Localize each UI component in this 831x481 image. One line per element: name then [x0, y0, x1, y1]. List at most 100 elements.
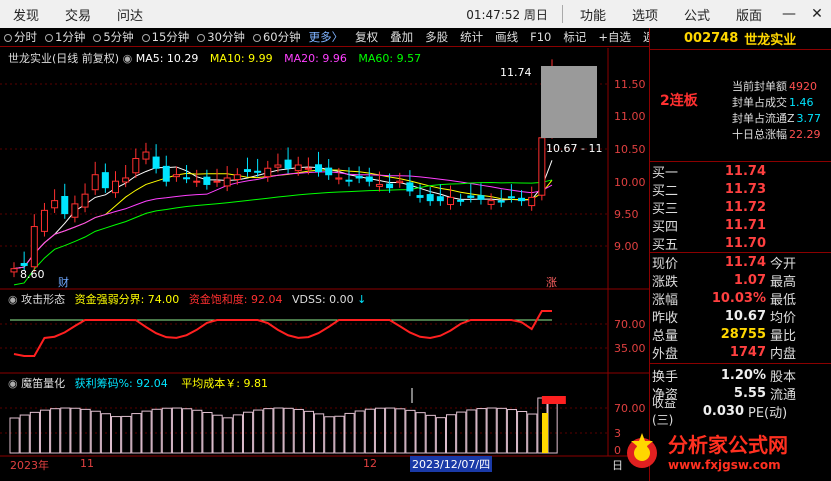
candle-body [183, 177, 191, 180]
cost-bar [9, 417, 20, 454]
candle-body [152, 156, 160, 169]
menu-formula[interactable]: 公式 [671, 5, 723, 24]
ma20-label: MA20: 9.96 [284, 52, 347, 65]
y-tick: 10.00 [614, 176, 646, 189]
limit-up-marker[interactable]: 涨 [546, 274, 557, 290]
y-tick: 10.50 [614, 143, 646, 156]
cost-bar [445, 414, 457, 454]
draw-line-button[interactable]: 画线 [491, 29, 522, 45]
candle-body [538, 137, 546, 196]
minimize-icon[interactable]: — [775, 6, 803, 22]
candle-body [233, 174, 241, 180]
candle-body [416, 195, 424, 198]
menu-wenda[interactable]: 问达 [104, 5, 156, 24]
menu-options[interactable]: 选项 [619, 5, 671, 24]
indicator2-name: 魔笛量化 [21, 377, 66, 390]
period-minute-line[interactable]: 分时 [0, 29, 41, 45]
period-15min[interactable]: 15分钟 [138, 29, 194, 45]
cost-bar [253, 409, 264, 454]
radio-icon [93, 33, 102, 42]
book-price: 11.70 [724, 235, 766, 251]
book-row[interactable]: 买三 11.72 [650, 198, 831, 217]
candle-body [315, 164, 323, 172]
kline-chart[interactable] [0, 48, 649, 481]
chart-area[interactable]: 世龙实业(日线 前复权) ◉ MA5: 10.29 MA10: 9.99 MA2… [0, 48, 649, 481]
y-tick: 35.00 [614, 342, 646, 355]
info-label: 十日总涨幅 [732, 128, 787, 141]
y-tick: 70.00 [614, 402, 646, 415]
quote-label: 量比 [770, 328, 797, 344]
logo-title: 分析家公式网 [668, 433, 788, 457]
book-row[interactable]: 买一 11.74 [650, 162, 831, 181]
cost-bar [141, 410, 152, 454]
candle-body [294, 164, 302, 172]
menu-trade[interactable]: 交易 [52, 5, 104, 24]
settings-icon[interactable]: ◉ [8, 293, 21, 306]
menu-function[interactable]: 功能 [567, 5, 619, 24]
period-1min[interactable]: 1分钟 [41, 29, 89, 45]
candle-body [30, 226, 38, 268]
mark-button[interactable]: 标记 [559, 29, 590, 45]
limit-up-box [541, 66, 597, 138]
quote-row: 外盘 1747 内盘 [650, 343, 831, 362]
period-label: 60分钟 [262, 30, 301, 44]
quote-value: 10.67 [724, 308, 766, 324]
period-5min[interactable]: 5分钟 [89, 29, 137, 45]
period-60min[interactable]: 60分钟 [249, 29, 305, 45]
stock-code: 002748 [684, 31, 739, 46]
f10-button[interactable]: F10 [526, 30, 555, 44]
cost-bar [303, 410, 315, 454]
cost-bar [171, 407, 183, 454]
candle-body [406, 182, 414, 192]
ma10-label: MA10: 9.99 [209, 52, 273, 65]
cost-bar [395, 408, 406, 454]
quote-row: 总量 28755 量比 [650, 325, 831, 344]
quote-label: 最低 [770, 292, 797, 308]
cost-bar [283, 407, 294, 454]
info-row: 封单占成交 1.46 [732, 94, 814, 110]
candle-body [61, 196, 69, 215]
adjust-button[interactable]: 复权 [351, 29, 382, 45]
cost-bar [517, 410, 528, 454]
finance-marker[interactable]: 财 [58, 274, 69, 290]
candle-body [112, 180, 120, 194]
info-value: 22.29 [789, 128, 821, 141]
more-periods-button[interactable]: 更多〉 [305, 29, 348, 45]
cost-bar [19, 414, 30, 454]
indicator1-legend: ◉ 攻击形态 资金强弱分界: 74.00 资金饱和度: 92.04 VDSS: … [8, 291, 366, 307]
period-label: 30分钟 [207, 30, 245, 44]
add-watchlist-button[interactable]: +自选 [594, 29, 635, 45]
arrow-down-icon: ↓ [357, 293, 367, 306]
overlay-button[interactable]: 叠加 [386, 29, 417, 45]
statistics-button[interactable]: 统计 [456, 29, 487, 45]
quote-value: 10.03% [711, 290, 766, 306]
settings-icon[interactable]: ◉ [8, 377, 21, 390]
consecutive-boards: 2连板 [660, 93, 698, 109]
menu-layout[interactable]: 版面 [723, 5, 775, 24]
candle-body [162, 165, 170, 182]
candle-body [172, 174, 180, 178]
cost-bar [263, 408, 274, 454]
candle-body [274, 164, 282, 168]
date-year: 2023年 [10, 459, 49, 472]
volume-bar [542, 413, 548, 453]
menu-discover[interactable]: 发现 [0, 5, 52, 24]
close-icon[interactable]: ✕ [803, 6, 831, 22]
candle-body [203, 176, 211, 185]
info-value: 4920 [789, 80, 817, 93]
book-row[interactable]: 买五 11.70 [650, 234, 831, 253]
candle-body [487, 200, 495, 205]
book-price: 11.72 [724, 199, 766, 215]
candle-body [426, 194, 434, 202]
book-row[interactable]: 买二 11.73 [650, 180, 831, 199]
cost-bar [161, 407, 172, 454]
stock-header: 002748 世龙实业 [650, 28, 831, 50]
multi-stock-button[interactable]: 多股 [421, 29, 452, 45]
cost-bar [324, 416, 335, 454]
book-row[interactable]: 买四 11.71 [650, 216, 831, 235]
period-30min[interactable]: 30分钟 [193, 29, 249, 45]
chart-toolbar: 分时 1分钟 5分钟 15分钟 30分钟 60分钟 更多〉 复权 叠加 多股 统… [0, 28, 666, 47]
settings-icon[interactable]: ◉ [123, 52, 136, 65]
y-tick: 11.00 [614, 110, 646, 123]
candle-body [345, 179, 353, 182]
